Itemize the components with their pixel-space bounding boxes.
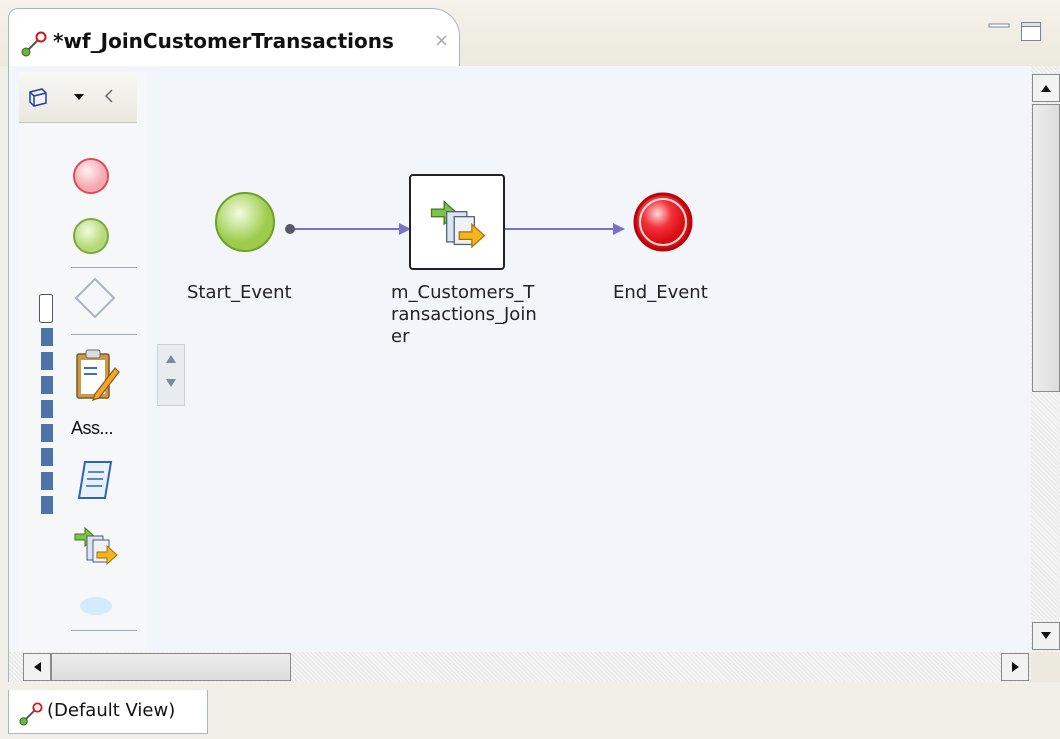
- view-label: (Default View): [47, 700, 176, 721]
- workflow-icon: [19, 702, 43, 726]
- arrow-right-icon: [1012, 662, 1019, 672]
- mapping-task-icon: [430, 200, 486, 249]
- arrow-up-icon: [1041, 85, 1051, 92]
- command-task-icon[interactable]: [75, 458, 115, 502]
- select-tool-icon[interactable]: [27, 86, 49, 108]
- start-event-label: Start_Event: [187, 282, 292, 303]
- vertical-scrollbar[interactable]: [1031, 66, 1060, 652]
- horizontal-scrollbar[interactable]: [9, 652, 1031, 682]
- collapse-palette-icon[interactable]: [101, 86, 117, 106]
- scroll-right-button[interactable]: [1001, 653, 1029, 681]
- scroll-down-icon[interactable]: [165, 377, 177, 389]
- mapping-task-label: m_Customers_T ransactions_Join er: [391, 282, 537, 347]
- notification-task-icon[interactable]: [73, 588, 119, 618]
- end-event-icon[interactable]: [71, 156, 111, 196]
- vertical-scroll-thumb[interactable]: [1032, 104, 1060, 392]
- maximize-icon[interactable]: [1020, 20, 1042, 42]
- mapping-task-icon[interactable]: [73, 522, 119, 568]
- palette-toolbar: [19, 72, 137, 123]
- palette-separator: [71, 267, 137, 268]
- palette: Ass...: [19, 72, 185, 652]
- horizontal-scroll-thumb[interactable]: [51, 653, 291, 681]
- palette-scroll-buttons: [157, 344, 185, 406]
- editor-tab[interactable]: *wf_JoinCustomerTransactions ×: [8, 8, 460, 68]
- arrow-down-icon: [1041, 632, 1051, 639]
- palette-separator: [71, 334, 137, 335]
- workflow-editor: Ass... Start_Event m_Customers_T ransact…: [8, 66, 1060, 706]
- workflow-icon: [21, 31, 47, 57]
- exclusive-gateway-icon[interactable]: [73, 276, 117, 320]
- arrow-left-icon: [34, 662, 41, 672]
- chevron-down-icon[interactable]: [71, 88, 87, 104]
- end-event-label: End_Event: [613, 282, 708, 303]
- tab-title: *wf_JoinCustomerTransactions: [53, 29, 394, 53]
- palette-separator: [71, 630, 137, 631]
- mapping-task-node[interactable]: [409, 174, 505, 270]
- palette-item-label: Ass...: [71, 418, 114, 438]
- end-event-node[interactable]: [631, 190, 695, 254]
- close-icon[interactable]: ×: [434, 31, 449, 51]
- editor-tab-bar: *wf_JoinCustomerTransactions ×: [0, 0, 1060, 68]
- start-event-icon[interactable]: [71, 216, 111, 256]
- minimize-icon[interactable]: [988, 22, 1010, 36]
- palette-drawer-strip: [39, 294, 53, 514]
- scrollbar-corner: [1031, 652, 1060, 682]
- scroll-up-icon[interactable]: [165, 353, 177, 365]
- scroll-down-button[interactable]: [1032, 622, 1060, 650]
- connection-dot: [285, 224, 295, 234]
- default-view-tab[interactable]: (Default View): [8, 690, 208, 734]
- scroll-left-button[interactable]: [23, 653, 51, 681]
- arrowhead-icon: [613, 223, 625, 235]
- start-event-node[interactable]: [213, 190, 277, 254]
- diagram-canvas[interactable]: Ass... Start_Event m_Customers_T ransact…: [9, 66, 1031, 652]
- scroll-up-button[interactable]: [1032, 74, 1060, 102]
- assignment-icon[interactable]: [73, 346, 121, 402]
